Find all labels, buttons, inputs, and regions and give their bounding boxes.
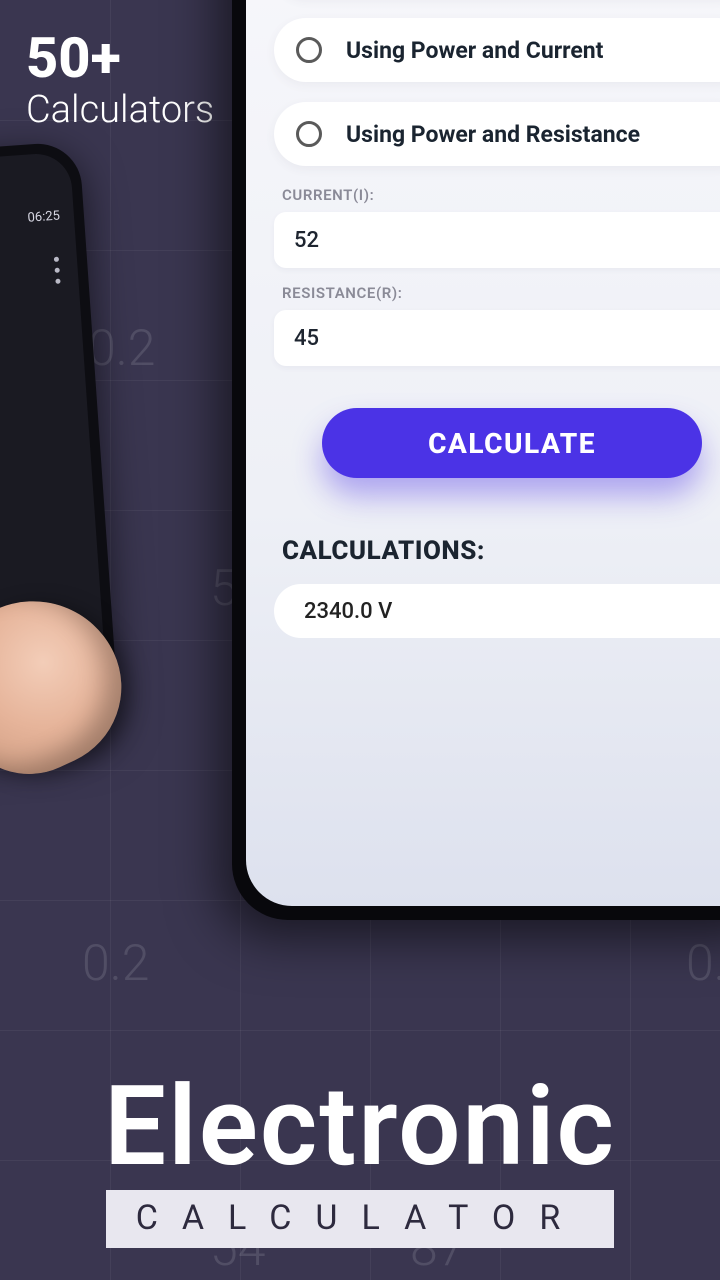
title-sub: CALCULATOR — [136, 1198, 585, 1238]
option-power-resistance[interactable]: Using Power and Resistance — [274, 102, 720, 166]
badge-label: Calculators — [26, 88, 214, 132]
current-input[interactable]: 52 — [274, 212, 720, 268]
bg-number: 0. — [686, 935, 720, 993]
radio-unselected-icon — [296, 37, 322, 63]
calculate-button[interactable]: CALCULATE — [322, 408, 702, 478]
more-icon — [54, 257, 61, 284]
resistance-label: RESISTANCE(R): — [282, 284, 720, 302]
current-label: CURRENT(I): — [282, 186, 720, 204]
radio-unselected-icon — [296, 121, 322, 147]
promo-title: Electronic CALCULATOR — [0, 1072, 720, 1248]
calculation-result: 2340.0 V — [274, 584, 720, 638]
title-main: Electronic — [0, 1072, 720, 1182]
option-power-current[interactable]: Using Power and Current — [274, 18, 720, 82]
resistance-input[interactable]: 45 — [274, 310, 720, 366]
bg-number: 0.2 — [82, 935, 149, 993]
option-label: Using Power and Current — [346, 37, 603, 64]
count-badge: 50+ Calculators — [26, 30, 214, 132]
calculations-heading: CALCULATIONS: — [282, 536, 720, 566]
bg-number: 0.2 — [88, 320, 155, 378]
badge-count: 50+ — [26, 30, 214, 86]
promo-stage: 0.2 5 0.2 0. 54 87 06:25 50+ Calculators… — [0, 0, 720, 1280]
app-screen: Using Current and Resistance Using Power… — [246, 0, 720, 906]
status-time: 06:25 — [27, 208, 60, 225]
phone-bezel: Using Current and Resistance Using Power… — [246, 0, 720, 906]
option-label: Using Power and Resistance — [346, 121, 640, 148]
primary-phone-mock: Using Current and Resistance Using Power… — [232, 0, 720, 920]
title-sub-box: CALCULATOR — [106, 1190, 615, 1248]
